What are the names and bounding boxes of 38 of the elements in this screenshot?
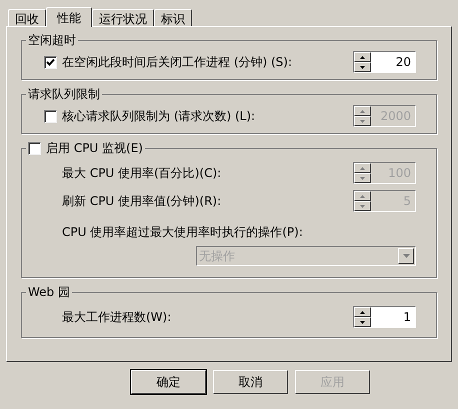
tab[interactable]: 标识 <box>154 9 192 26</box>
field-label: CPU 使用率超过最大使用率时执行的操作(P): <box>62 225 303 239</box>
spin-up-button[interactable] <box>354 307 371 317</box>
tab[interactable]: 运行状况 <box>92 9 154 26</box>
spin-down-button[interactable] <box>354 317 371 327</box>
up-arrow-icon <box>360 56 365 58</box>
number-spinner[interactable]: 20 <box>353 51 416 73</box>
up-arrow-icon <box>360 110 365 112</box>
spin-up-button[interactable] <box>354 52 371 62</box>
down-arrow-icon <box>360 204 365 208</box>
number-spinner[interactable]: 1 <box>353 306 416 328</box>
field-label: 最大工作进程数(W): <box>62 309 172 326</box>
group-title: Web 园 <box>28 285 70 299</box>
dialog-button[interactable]: 确定 <box>131 370 206 394</box>
tab[interactable]: 性能 <box>46 7 92 27</box>
up-arrow-icon <box>360 194 365 198</box>
group-title: 请求队列限制 <box>28 87 100 101</box>
up-arrow-icon <box>360 310 365 314</box>
checkbox-label: 核心请求队列限制为 (请求次数) (L): <box>62 108 256 125</box>
field-label: 刷新 CPU 使用率值(分钟)(R): <box>62 193 222 210</box>
down-arrow-icon <box>360 66 365 68</box>
down-arrow-icon <box>360 320 365 324</box>
dialog-button[interactable]: 取消 <box>213 370 288 394</box>
field-label: 最大 CPU 使用率(百分比)(C): <box>62 165 222 182</box>
spin-down-button[interactable] <box>354 62 371 72</box>
down-arrow-icon <box>402 254 410 258</box>
group-title: 空闲超时 <box>28 33 76 47</box>
checkmark-icon <box>46 58 55 66</box>
checkbox[interactable] <box>44 56 57 68</box>
checkbox[interactable] <box>28 142 41 154</box>
checkbox-label: 启用 CPU 监视(E) <box>46 140 143 157</box>
tab[interactable]: 回收 <box>8 9 46 26</box>
spinner-value: 1 <box>402 309 412 326</box>
spinner-value: 20 <box>394 54 412 71</box>
checkbox-label: 在空闲此段时间后关闭工作进程 (分钟) (S): <box>62 54 292 71</box>
down-arrow-icon <box>360 176 365 180</box>
down-arrow-icon <box>360 120 365 122</box>
up-arrow-icon <box>360 166 365 170</box>
